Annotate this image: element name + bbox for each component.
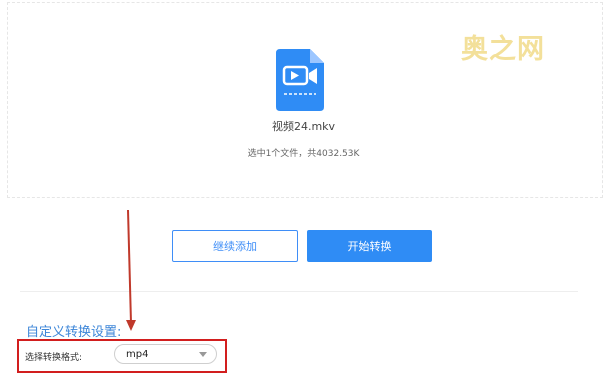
start-convert-button[interactable]: 开始转换 (307, 230, 432, 262)
file-summary: 选中1个文件，共4032.53K (247, 149, 360, 159)
continue-add-button[interactable]: 继续添加 (172, 230, 298, 262)
red-arrow-icon (126, 210, 136, 331)
format-label: 选择转换格式: (25, 353, 83, 363)
section-title: 自定义转换设置: (26, 325, 122, 340)
format-select-value: mp4 (126, 348, 149, 360)
format-select[interactable]: mp4 (114, 344, 217, 364)
file-name: 视频24.mkv (271, 120, 336, 133)
divider (20, 291, 578, 292)
video-file-icon (276, 49, 324, 111)
watermark: 奥之网 (461, 34, 545, 65)
caret-down-icon (199, 352, 207, 357)
